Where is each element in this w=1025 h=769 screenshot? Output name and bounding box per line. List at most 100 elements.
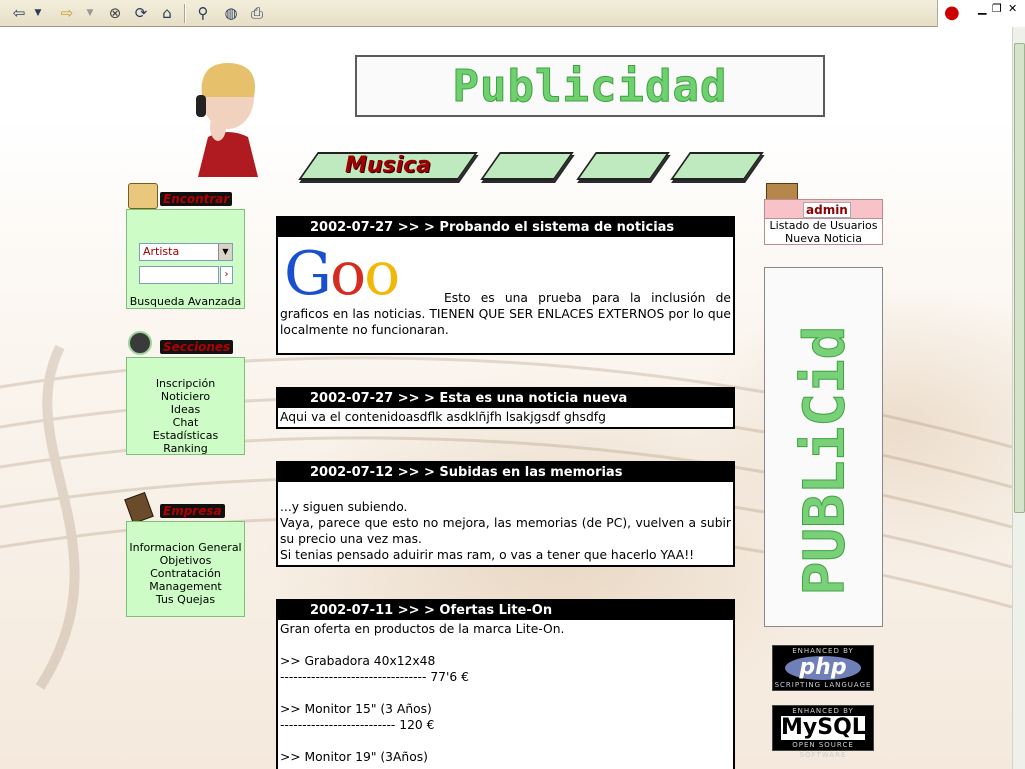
news-item: 2002-07-27 >> > Probando el sistema de n… xyxy=(276,216,735,355)
sidebar-item-inscripcion[interactable]: Inscripción xyxy=(127,377,244,390)
tab-label: Musica xyxy=(344,153,432,178)
news-text: ...y siguen subiendo. xyxy=(280,500,408,514)
news-text xyxy=(280,483,731,499)
news-header: 2002-07-11 >> > Ofertas Lite-On xyxy=(278,601,733,620)
top-advertising-banner[interactable]: Publicidad xyxy=(355,55,825,117)
news-date: 2002-07-12 xyxy=(310,465,394,480)
home-icon[interactable]: ⌂ xyxy=(156,3,178,23)
php-badge[interactable]: ENHANCED BY php SCRIPTING LANGUAGE xyxy=(772,645,874,691)
company-box-title: Empresa xyxy=(160,504,225,518)
tab-empty-1[interactable] xyxy=(480,152,574,180)
news-item: 2002-07-12 >> > Subidas en las memorias … xyxy=(276,461,735,567)
news-date: 2002-07-27 xyxy=(310,220,394,235)
user-list-link[interactable]: Listado de Usuarios xyxy=(765,219,882,232)
sections-box: Inscripción Noticiero Ideas Chat Estadís… xyxy=(126,357,245,455)
tab-empty-3[interactable] xyxy=(670,152,764,180)
news-header: 2002-07-27 >> > Probando el sistema de n… xyxy=(278,218,733,237)
minimize-icon[interactable]: ▁ xyxy=(978,2,986,15)
news-text: Aqui va el contenidoasdflk asdklñjfh lsa… xyxy=(280,410,606,424)
search-box-header: Encontrar xyxy=(126,183,245,209)
back-dropdown-icon[interactable]: ▼ xyxy=(32,3,44,23)
sidebar-item-contratacion[interactable]: Contratación xyxy=(127,567,244,580)
tab-empty-2[interactable] xyxy=(576,152,670,180)
restore-icon[interactable]: ❐ xyxy=(992,2,1002,15)
forward-dropdown-icon[interactable]: ▼ xyxy=(84,3,96,23)
news-text: >> Grabadora 40x12x48 xyxy=(280,654,436,668)
news-body: Aqui va el contenidoasdflk asdklñjfh lsa… xyxy=(278,408,733,426)
sidebar-item-ideas[interactable]: Ideas xyxy=(127,403,244,416)
forward-arrow-icon[interactable]: ⇨ xyxy=(56,3,78,23)
stop-icon[interactable]: ⊗ xyxy=(104,3,126,23)
search-box: Artista ▼ › Busqueda Avanzada xyxy=(126,209,245,309)
clock-icon xyxy=(128,331,152,355)
news-body: Gran oferta en productos de la marca Lit… xyxy=(278,620,733,766)
company-box: Informacion General Objetivos Contrataci… xyxy=(126,521,245,617)
news-text: >> Monitor 15" (3 Años) xyxy=(280,702,432,716)
advanced-search-link[interactable]: Busqueda Avanzada xyxy=(127,295,244,308)
search-icon[interactable]: ⚲ xyxy=(192,3,214,23)
sidebar-item-management[interactable]: Management xyxy=(127,580,244,593)
sidebar-item-ranking[interactable]: Ranking xyxy=(127,442,244,455)
news-title[interactable]: >> > Esta es una noticia nueva xyxy=(398,391,628,406)
browser-toolbar: ⇦ ▼ ⇨ ▼ ⊗ ⟳ ⌂ ⚲ ◍ ⎙ ● ▁ ❐ ✕ xyxy=(0,0,1025,27)
badge-main-text: MySQL xyxy=(781,715,866,740)
news-text: -------------------------- 120 € xyxy=(280,718,435,732)
chevron-down-icon[interactable]: ▼ xyxy=(218,244,232,260)
news-title[interactable]: >> > Ofertas Lite-On xyxy=(398,603,552,618)
search-category-select[interactable]: Artista ▼ xyxy=(139,243,233,261)
sidebar-item-tus-quejas[interactable]: Tus Quejas xyxy=(127,593,244,606)
company-box-header: Empresa xyxy=(124,492,245,524)
close-icon[interactable]: ✕ xyxy=(1008,2,1017,15)
news-body: ...y siguen subiendo. Vaya, parece que e… xyxy=(278,482,733,564)
mysql-badge[interactable]: ENHANCED BY MySQL OPEN SOURCE SOFTWARE xyxy=(772,705,874,759)
google-logo-image: Goo xyxy=(284,239,400,309)
news-text xyxy=(280,637,731,653)
news-item: 2002-07-11 >> > Ofertas Lite-On Gran ofe… xyxy=(276,599,735,769)
banner-text: Publicidad xyxy=(452,60,728,112)
sections-box-header: Secciones xyxy=(126,331,245,357)
admin-box: Listado de Usuarios Nueva Noticia xyxy=(764,219,883,245)
news-text xyxy=(280,733,731,749)
print-icon[interactable]: ⎙ xyxy=(246,3,268,23)
globe-icon[interactable]: ◍ xyxy=(220,3,242,23)
search-box-title: Encontrar xyxy=(160,192,233,206)
news-text: >> Monitor 19" (3Años) xyxy=(280,750,428,764)
sections-box-title: Secciones xyxy=(160,340,234,354)
search-go-button[interactable]: › xyxy=(220,266,233,284)
vertical-scrollbar[interactable] xyxy=(1012,27,1025,769)
raspberry-logo-icon: ● xyxy=(944,2,960,23)
news-body: Goo Esto es una prueba para la inclusión… xyxy=(278,237,733,339)
refresh-icon[interactable]: ⟳ xyxy=(130,3,152,23)
sidebar-item-estadisticas[interactable]: Estadísticas xyxy=(127,429,244,442)
admin-box-title: admin xyxy=(803,202,851,218)
news-text: Si tenias pensado aduirir mas ram, o vas… xyxy=(280,548,695,562)
sidebar-item-informacion-general[interactable]: Informacion General xyxy=(127,541,244,554)
news-text xyxy=(280,685,731,701)
news-date: 2002-07-11 xyxy=(310,603,394,618)
badge-bottom-text: SCRIPTING LANGUAGE xyxy=(774,681,872,689)
scrollbar-thumb[interactable] xyxy=(1014,43,1025,513)
news-text: Vaya, parece que esto no mejora, las mem… xyxy=(280,516,731,546)
vertical-advertising-banner[interactable]: PUBLiCid xyxy=(764,267,883,627)
news-item: 2002-07-27 >> > Esta es una noticia nuev… xyxy=(276,387,735,429)
web-page: Publicidad Musica Encontrar Artista ▼ › … xyxy=(0,27,1012,769)
select-value: Artista xyxy=(143,245,180,258)
window-controls: ● ▁ ❐ ✕ xyxy=(937,0,1025,27)
back-arrow-icon[interactable]: ⇦ xyxy=(8,3,30,23)
news-title[interactable]: >> > Probando el sistema de noticias xyxy=(398,220,674,235)
admin-box-header: admin xyxy=(764,199,883,219)
girl-headphones-image xyxy=(196,62,258,177)
sidebar-item-noticiero[interactable]: Noticiero xyxy=(127,390,244,403)
vertical-banner-text: PUBLiCid xyxy=(792,325,858,596)
news-header: 2002-07-27 >> > Esta es una noticia nuev… xyxy=(278,389,733,408)
sidebar-item-objetivos[interactable]: Objetivos xyxy=(127,554,244,567)
news-header: 2002-07-12 >> > Subidas en las memorias xyxy=(278,463,733,482)
tab-musica[interactable]: Musica xyxy=(298,152,478,180)
news-text: Gran oferta en productos de la marca Lit… xyxy=(280,622,565,636)
new-news-link[interactable]: Nueva Noticia xyxy=(765,232,882,245)
badge-bottom-text: OPEN SOURCE SOFTWARE xyxy=(792,741,854,759)
sidebar-item-chat[interactable]: Chat xyxy=(127,416,244,429)
news-title[interactable]: >> > Subidas en las memorias xyxy=(398,465,623,480)
badge-main-text: php xyxy=(785,656,861,680)
search-input[interactable] xyxy=(139,266,219,284)
